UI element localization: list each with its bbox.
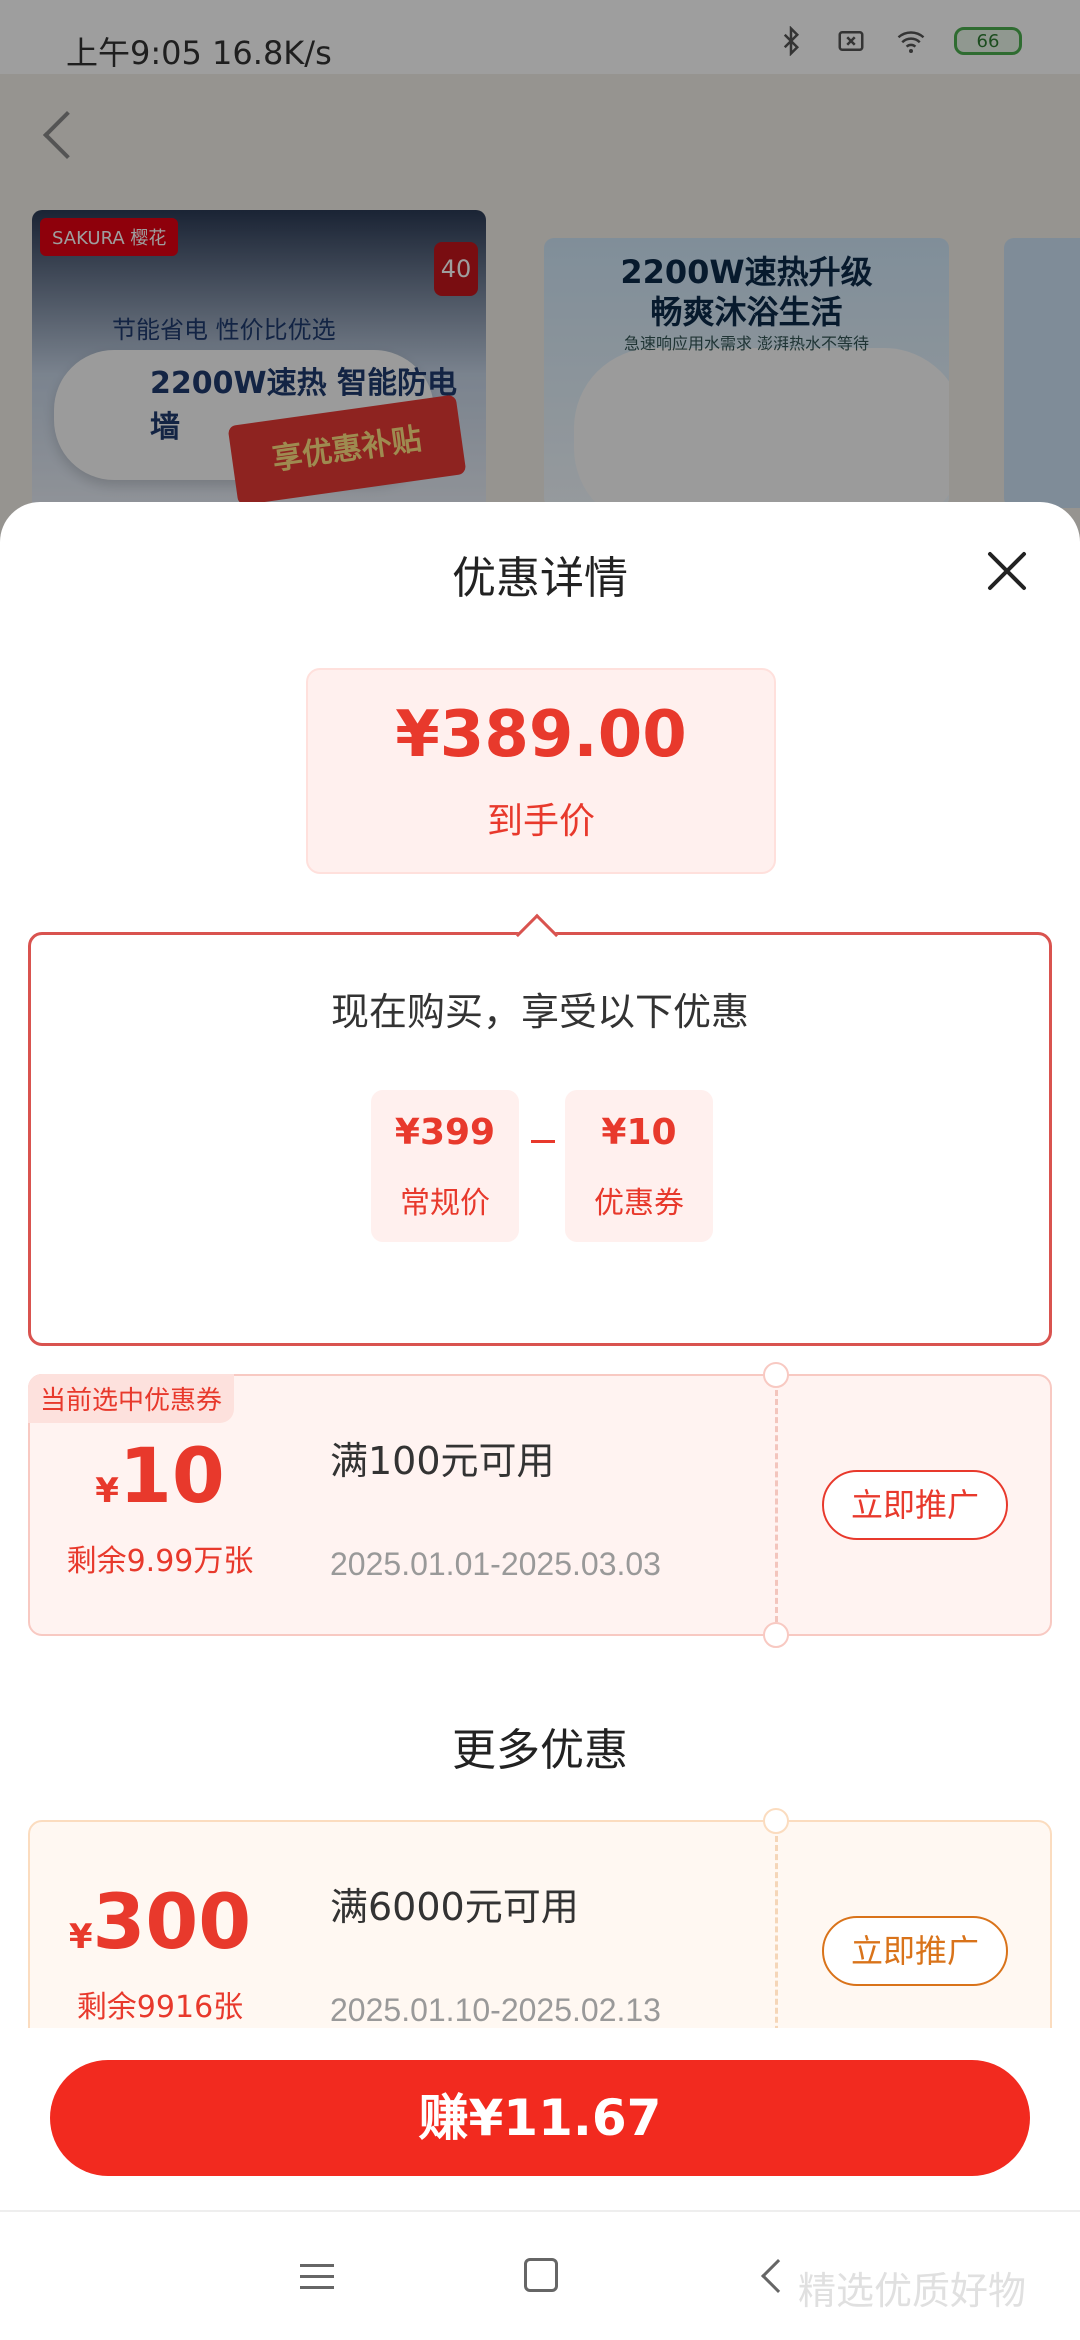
home-icon[interactable]	[524, 2258, 558, 2292]
coupon-value: ¥10	[601, 1112, 677, 1153]
regular-price-card: ¥399 常规价	[371, 1090, 519, 1242]
sheet-title: 优惠详情	[452, 553, 628, 604]
watermark: 精选优质好物	[798, 2269, 1027, 2313]
coupon-remaining: 剩余9.99万张	[66, 1544, 254, 1579]
final-price: ¥389.00	[395, 698, 687, 772]
coupon-remaining: 剩余9916张	[76, 1990, 244, 2025]
coupon-value-card: ¥10 优惠券	[565, 1090, 713, 1242]
menu-icon[interactable]	[300, 2264, 334, 2290]
coupon-divider	[775, 1390, 778, 1622]
breakdown-heading: 现在购买，享受以下优惠	[330, 990, 749, 1034]
selected-coupon[interactable]: 当前选中优惠券 ¥10 剩余9.99万张 满100元可用 2025.01.01-…	[28, 1362, 1052, 1648]
overlay-dim[interactable]	[0, 0, 1080, 560]
coupon-notch	[763, 1622, 789, 1648]
final-price-label: 到手价	[486, 801, 595, 842]
more-offers-title: 更多优惠	[452, 1725, 628, 1776]
discount-breakdown: 现在购买，享受以下优惠 ¥399 常规价 ¥10 优惠券	[28, 932, 1052, 1346]
regular-price-value: ¥399	[394, 1112, 496, 1153]
coupon-notch	[763, 1808, 789, 1834]
regular-price-label: 常规价	[400, 1186, 490, 1221]
final-price-card: ¥389.00 到手价	[306, 668, 776, 874]
coupon-condition: 满100元可用	[330, 1439, 555, 1483]
coupon-amount: ¥10	[95, 1431, 225, 1520]
coupon-validity: 2025.01.10-2025.02.13	[330, 1992, 661, 2028]
minus-sign	[531, 1140, 555, 1143]
coupon-notch	[763, 1362, 789, 1388]
back-icon[interactable]	[761, 2259, 795, 2293]
promote-now-button[interactable]: 立即推广	[822, 1916, 1008, 1986]
promote-now-button[interactable]: 立即推广	[822, 1470, 1008, 1540]
close-icon[interactable]	[982, 546, 1032, 596]
coupon-value-label: 优惠券	[594, 1186, 684, 1221]
coupon-validity: 2025.01.01-2025.03.03	[330, 1546, 661, 1582]
selected-coupon-tag: 当前选中优惠券	[28, 1374, 235, 1423]
coupon-amount: ¥300	[68, 1877, 252, 1966]
coupon-condition: 满6000元可用	[330, 1885, 579, 1929]
earn-commission-button[interactable]: 赚¥11.67	[50, 2060, 1030, 2176]
discount-detail-sheet: 优惠详情 ¥389.00 到手价 现在购买，享受以下优惠 ¥399 常规价 ¥1…	[0, 502, 1080, 2340]
